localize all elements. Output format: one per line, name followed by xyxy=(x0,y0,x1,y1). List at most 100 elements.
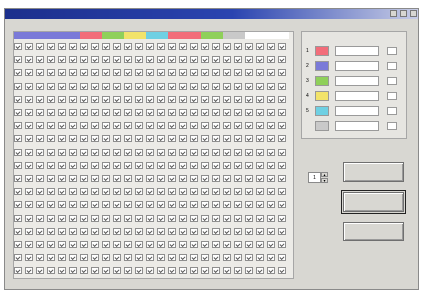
matrix-checkbox[interactable] xyxy=(102,214,110,222)
matrix-checkbox[interactable] xyxy=(58,161,66,169)
matrix-checkbox[interactable] xyxy=(223,201,231,209)
matrix-checkbox[interactable] xyxy=(168,148,176,156)
matrix-checkbox[interactable] xyxy=(157,227,165,235)
matrix-checkbox[interactable] xyxy=(278,227,286,235)
matrix-checkbox[interactable] xyxy=(135,122,143,130)
matrix-checkbox[interactable] xyxy=(256,109,264,117)
matrix-checkbox[interactable] xyxy=(102,188,110,196)
legend-checkbox[interactable] xyxy=(387,122,397,130)
matrix-checkbox[interactable] xyxy=(256,122,264,130)
matrix-checkbox[interactable] xyxy=(113,174,121,182)
matrix-checkbox[interactable] xyxy=(157,267,165,275)
matrix-checkbox[interactable] xyxy=(267,174,275,182)
matrix-checkbox[interactable] xyxy=(223,188,231,196)
matrix-checkbox[interactable] xyxy=(212,56,220,64)
matrix-checkbox[interactable] xyxy=(223,148,231,156)
matrix-checkbox[interactable] xyxy=(223,109,231,117)
matrix-checkbox[interactable] xyxy=(124,240,132,248)
matrix-checkbox[interactable] xyxy=(234,122,242,130)
matrix-checkbox[interactable] xyxy=(80,240,88,248)
matrix-checkbox[interactable] xyxy=(201,161,209,169)
matrix-checkbox[interactable] xyxy=(201,109,209,117)
matrix-checkbox[interactable] xyxy=(58,95,66,103)
legend-color-swatch[interactable] xyxy=(315,106,329,116)
matrix-checkbox[interactable] xyxy=(278,135,286,143)
matrix-checkbox[interactable] xyxy=(113,188,121,196)
matrix-checkbox[interactable] xyxy=(91,148,99,156)
matrix-checkbox[interactable] xyxy=(245,69,253,77)
matrix-checkbox[interactable] xyxy=(256,240,264,248)
matrix-checkbox[interactable] xyxy=(256,188,264,196)
matrix-checkbox[interactable] xyxy=(113,267,121,275)
matrix-checkbox[interactable] xyxy=(113,201,121,209)
matrix-checkbox[interactable] xyxy=(14,254,22,262)
close-button[interactable] xyxy=(410,10,417,17)
matrix-checkbox[interactable] xyxy=(47,188,55,196)
matrix-checkbox[interactable] xyxy=(190,82,198,90)
matrix-checkbox[interactable] xyxy=(135,240,143,248)
matrix-checkbox[interactable] xyxy=(146,95,154,103)
legend-checkbox[interactable] xyxy=(387,62,397,70)
matrix-checkbox[interactable] xyxy=(267,148,275,156)
matrix-checkbox[interactable] xyxy=(157,43,165,51)
matrix-checkbox[interactable] xyxy=(91,174,99,182)
matrix-checkbox[interactable] xyxy=(25,240,33,248)
matrix-checkbox[interactable] xyxy=(278,82,286,90)
matrix-checkbox[interactable] xyxy=(25,201,33,209)
matrix-checkbox[interactable] xyxy=(135,254,143,262)
matrix-checkbox[interactable] xyxy=(256,174,264,182)
matrix-checkbox[interactable] xyxy=(91,122,99,130)
matrix-checkbox[interactable] xyxy=(157,135,165,143)
legend-name-field[interactable] xyxy=(335,61,379,71)
matrix-checkbox[interactable] xyxy=(168,109,176,117)
matrix-checkbox[interactable] xyxy=(69,69,77,77)
matrix-checkbox[interactable] xyxy=(190,174,198,182)
matrix-checkbox[interactable] xyxy=(102,95,110,103)
matrix-checkbox[interactable] xyxy=(58,201,66,209)
matrix-checkbox[interactable] xyxy=(47,227,55,235)
legend-color-swatch[interactable] xyxy=(315,91,329,101)
matrix-checkbox[interactable] xyxy=(58,267,66,275)
matrix-checkbox[interactable] xyxy=(256,135,264,143)
matrix-checkbox[interactable] xyxy=(267,227,275,235)
matrix-checkbox[interactable] xyxy=(80,69,88,77)
matrix-checkbox[interactable] xyxy=(234,240,242,248)
matrix-checkbox[interactable] xyxy=(47,122,55,130)
matrix-checkbox[interactable] xyxy=(278,43,286,51)
matrix-checkbox[interactable] xyxy=(179,95,187,103)
matrix-checkbox[interactable] xyxy=(212,227,220,235)
matrix-checkbox[interactable] xyxy=(201,82,209,90)
matrix-checkbox[interactable] xyxy=(190,95,198,103)
matrix-checkbox[interactable] xyxy=(212,214,220,222)
matrix-checkbox[interactable] xyxy=(36,95,44,103)
matrix-checkbox[interactable] xyxy=(146,188,154,196)
matrix-checkbox[interactable] xyxy=(91,43,99,51)
matrix-checkbox[interactable] xyxy=(234,69,242,77)
matrix-checkbox[interactable] xyxy=(190,214,198,222)
minimize-button[interactable] xyxy=(390,10,397,17)
legend-color-swatch[interactable] xyxy=(315,76,329,86)
matrix-checkbox[interactable] xyxy=(113,148,121,156)
matrix-checkbox[interactable] xyxy=(102,240,110,248)
matrix-checkbox[interactable] xyxy=(157,69,165,77)
matrix-checkbox[interactable] xyxy=(102,109,110,117)
matrix-checkbox[interactable] xyxy=(146,69,154,77)
matrix-checkbox[interactable] xyxy=(47,148,55,156)
matrix-checkbox[interactable] xyxy=(36,148,44,156)
matrix-checkbox[interactable] xyxy=(190,109,198,117)
matrix-checkbox[interactable] xyxy=(146,82,154,90)
matrix-checkbox[interactable] xyxy=(135,109,143,117)
matrix-checkbox[interactable] xyxy=(58,82,66,90)
matrix-checkbox[interactable] xyxy=(234,135,242,143)
matrix-checkbox[interactable] xyxy=(47,56,55,64)
matrix-checkbox[interactable] xyxy=(124,254,132,262)
matrix-checkbox[interactable] xyxy=(146,254,154,262)
matrix-checkbox[interactable] xyxy=(179,267,187,275)
matrix-checkbox[interactable] xyxy=(80,174,88,182)
legend-name-field[interactable] xyxy=(335,46,379,56)
matrix-checkbox[interactable] xyxy=(124,122,132,130)
matrix-checkbox[interactable] xyxy=(212,240,220,248)
matrix-checkbox[interactable] xyxy=(25,267,33,275)
matrix-checkbox[interactable] xyxy=(91,95,99,103)
matrix-checkbox[interactable] xyxy=(256,82,264,90)
